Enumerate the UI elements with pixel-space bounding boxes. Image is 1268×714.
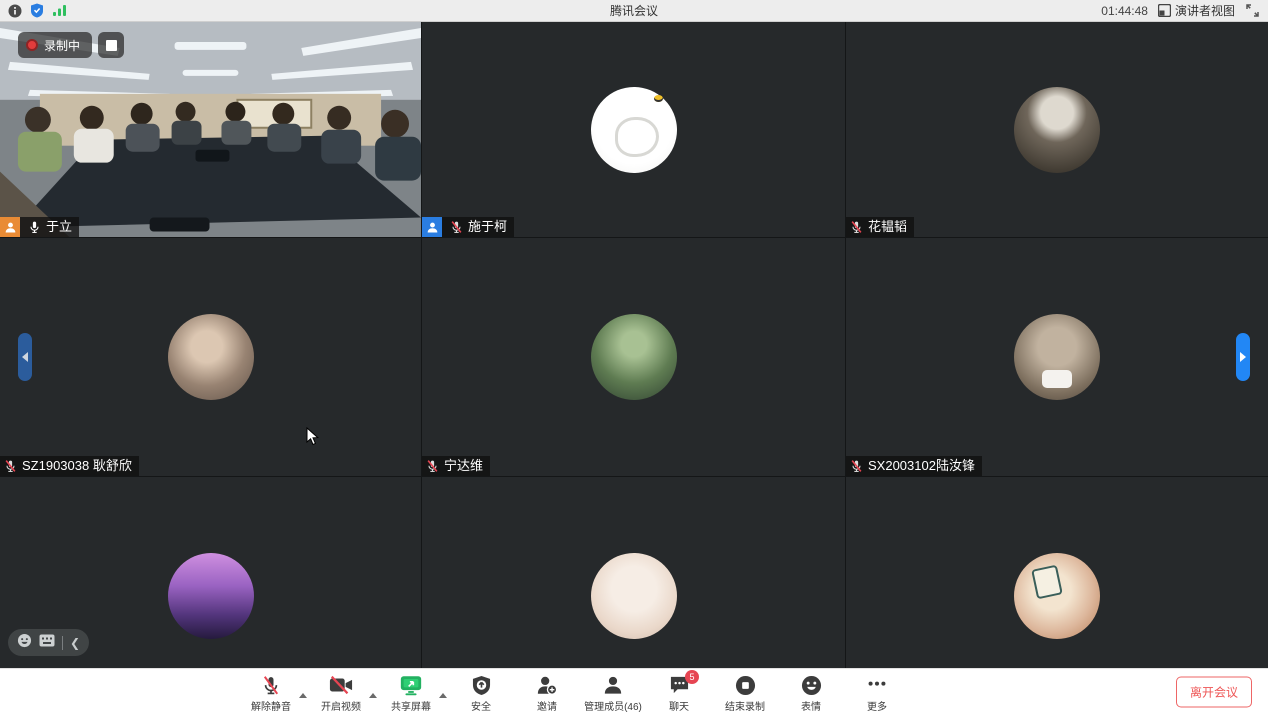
mic-on-icon (27, 220, 42, 235)
reactions-label: 表情 (801, 698, 821, 713)
recording-badge: 录制中 (18, 32, 92, 58)
unmute-label: 解除静音 (251, 698, 291, 713)
participant-nameplate: 施于柯 (422, 217, 514, 237)
titlebar-left-icons (8, 3, 67, 18)
video-tile-yuli[interactable]: 录制中 于立 (0, 22, 421, 237)
recording-indicator: 录制中 (18, 32, 124, 58)
video-grid: 录制中 于立 (0, 22, 1268, 714)
participant-name: SZ1903038 耿舒欣 (22, 456, 132, 476)
reactions-button[interactable]: 表情 (779, 670, 843, 713)
chat-button[interactable]: 5 聊天 (647, 670, 711, 713)
participant-name: 花韫韬 (868, 217, 907, 237)
security-shield-icon (472, 674, 491, 696)
layout-icon (1158, 4, 1171, 17)
titlebar-right: 01:44:48 演讲者视图 (1101, 2, 1260, 19)
record-dot-icon (26, 39, 38, 51)
titlebar: 腾讯会议 01:44:48 演讲者视图 (0, 0, 1268, 22)
participant-nameplate: 花韫韬 (846, 217, 914, 237)
chevron-right-icon (1240, 352, 1246, 362)
caption-keyboard-icon[interactable] (39, 634, 55, 652)
video-tile-huayuntao[interactable]: 花韫韬 (846, 22, 1268, 237)
invite-icon (536, 674, 558, 696)
host-badge-icon (0, 217, 20, 237)
participant-name: 宁达维 (444, 456, 483, 476)
collapse-chevron-icon[interactable]: ❮ (70, 637, 80, 649)
camera-off-icon (329, 674, 353, 696)
chat-unread-badge: 5 (685, 670, 699, 684)
manage-members-label: 管理成员(46) (584, 698, 642, 713)
participant-name: 于立 (46, 217, 72, 237)
invite-label: 邀请 (537, 698, 557, 713)
divider (62, 636, 63, 650)
shield-protect-icon[interactable] (30, 3, 44, 18)
avatar (1014, 314, 1100, 400)
avatar (591, 553, 677, 639)
mic-muted-icon (425, 459, 440, 474)
speaker-view-label: 演讲者视图 (1175, 2, 1235, 19)
participant-nameplate: 宁达维 (422, 456, 490, 476)
participant-name: 施于柯 (468, 217, 507, 237)
speaker-view-button[interactable]: 演讲者视图 (1158, 2, 1235, 19)
members-icon (603, 674, 623, 696)
mic-muted-icon (3, 459, 18, 474)
avatar (591, 314, 677, 400)
self-badge-icon (422, 217, 442, 237)
avatar (591, 87, 677, 173)
emoji-icon (801, 674, 822, 696)
window-title: 腾讯会议 (0, 2, 1268, 19)
stop-recording-label: 结束录制 (725, 698, 765, 713)
quick-reaction-pill[interactable]: ❮ (8, 629, 89, 656)
smiley-icon[interactable] (17, 633, 32, 653)
mic-muted-icon (849, 459, 864, 474)
share-screen-label: 共享屏幕 (391, 698, 431, 713)
unmute-button[interactable]: 解除静音 (239, 670, 303, 713)
chevron-left-icon (22, 352, 28, 362)
bottom-toolbar: 解除静音 开启视频 共享屏幕 安全 (0, 668, 1268, 714)
avatar (1014, 87, 1100, 173)
meeting-timer: 01:44:48 (1101, 4, 1148, 18)
info-icon[interactable] (8, 4, 22, 18)
participant-nameplate: 于立 (0, 217, 79, 237)
recording-label: 录制中 (44, 37, 80, 54)
share-screen-button[interactable]: 共享屏幕 (379, 670, 443, 713)
stop-recording-icon (735, 674, 756, 696)
stop-recording-button[interactable]: 结束录制 (713, 670, 777, 713)
participant-nameplate: SX2003102陆汝锋 (846, 456, 982, 476)
more-label: 更多 (867, 698, 887, 713)
previous-page-arrow[interactable] (18, 333, 32, 381)
leave-meeting-button[interactable]: 离开会议 (1176, 676, 1252, 707)
security-button[interactable]: 安全 (449, 670, 513, 713)
next-page-arrow[interactable] (1236, 333, 1250, 381)
mic-muted-icon (261, 674, 281, 696)
meeting-window: 腾讯会议 01:44:48 演讲者视图 (0, 0, 1268, 714)
fit-window-icon[interactable] (1245, 3, 1260, 18)
start-video-button[interactable]: 开启视频 (309, 670, 373, 713)
more-button[interactable]: 更多 (845, 670, 909, 713)
mic-muted-icon (449, 220, 464, 235)
toolbar-buttons: 解除静音 开启视频 共享屏幕 安全 (239, 670, 909, 713)
stop-recording-square-button[interactable] (98, 32, 124, 58)
manage-members-button[interactable]: 管理成员(46) (581, 670, 645, 713)
video-tile-ningdawei[interactable]: 宁达维 (422, 238, 845, 476)
avatar (168, 314, 254, 400)
security-label: 安全 (471, 698, 491, 713)
video-tile-lurufeng[interactable]: SX2003102陆汝锋 (846, 238, 1268, 476)
mic-muted-icon (849, 220, 864, 235)
video-tile-shiyuke[interactable]: 施于柯 (422, 22, 845, 237)
avatar (168, 553, 254, 639)
network-signal-icon[interactable] (52, 4, 67, 17)
participant-nameplate: SZ1903038 耿舒欣 (0, 456, 139, 476)
video-tile-gengshuxin[interactable]: SZ1903038 耿舒欣 (0, 238, 421, 476)
more-icon (866, 674, 888, 696)
invite-button[interactable]: 邀请 (515, 670, 579, 713)
avatar (1014, 553, 1100, 639)
participant-name: SX2003102陆汝锋 (868, 456, 975, 476)
start-video-label: 开启视频 (321, 698, 361, 713)
chat-label: 聊天 (669, 698, 689, 713)
screen-share-icon (399, 674, 423, 696)
